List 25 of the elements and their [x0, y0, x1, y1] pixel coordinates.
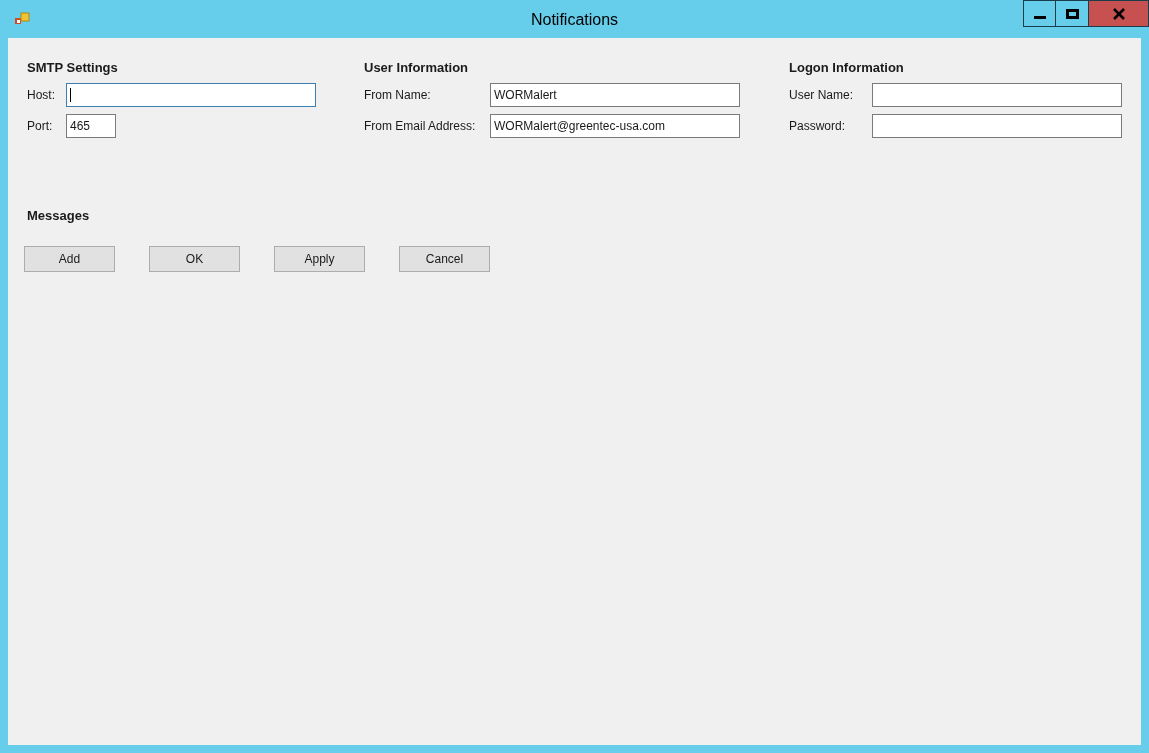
dialog-button[interactable]: Apply	[274, 245, 365, 272]
field-label: From Email Address:	[364, 118, 477, 135]
window-title: Notifications	[530, 10, 619, 30]
close-button[interactable]	[1089, 0, 1149, 27]
text-field[interactable]: WORMalert@greentec-usa.com	[490, 114, 740, 138]
section-title: SMTP Settings	[27, 59, 119, 76]
field-label: User Name:	[789, 87, 854, 104]
text-field[interactable]	[872, 114, 1122, 138]
messages-title: Messages	[27, 207, 90, 225]
text-field[interactable]	[66, 83, 316, 107]
dialog-button[interactable]: Cancel	[399, 245, 490, 272]
close-icon	[1112, 7, 1125, 20]
field-label: Host:	[27, 87, 56, 104]
dialog-button[interactable]: Add	[24, 245, 115, 272]
field-label: Password:	[789, 118, 847, 135]
field-label: Port:	[27, 118, 54, 135]
app-icon	[14, 11, 30, 27]
text-field[interactable]: 465	[66, 114, 116, 138]
section-title: User Information	[364, 59, 469, 76]
text-field[interactable]: WORMalert	[490, 83, 740, 107]
dialog-button[interactable]: OK	[149, 245, 240, 272]
section-title: Logon Information	[789, 59, 905, 76]
minimize-button[interactable]	[1023, 0, 1056, 27]
text-field[interactable]	[872, 83, 1122, 107]
field-label: From Name:	[364, 87, 432, 104]
